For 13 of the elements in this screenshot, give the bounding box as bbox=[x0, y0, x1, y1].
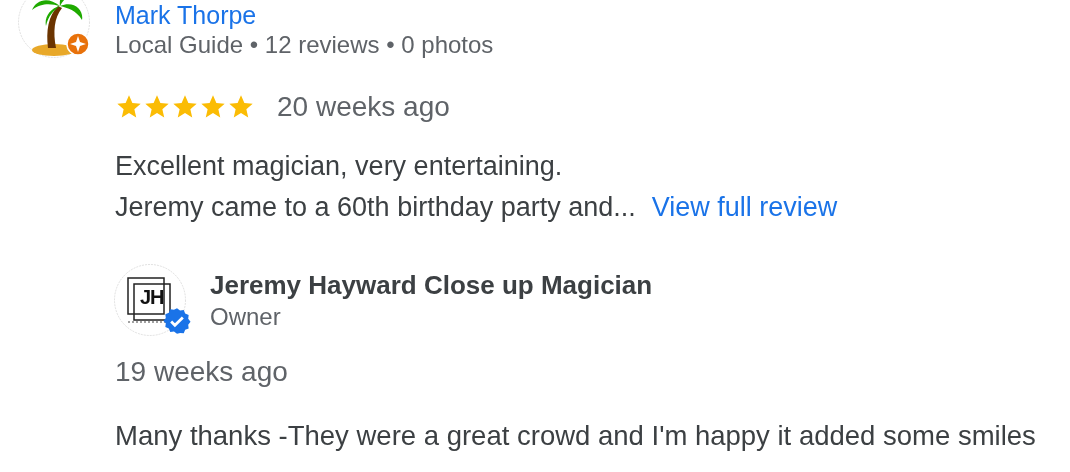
owner-name: Jeremy Hayward Close up Magician bbox=[210, 269, 653, 302]
review-time: 20 weeks ago bbox=[277, 91, 450, 123]
reviewer-name-link[interactable]: Mark Thorpe bbox=[115, 0, 494, 30]
reviewer-stats: Local Guide • 12 reviews • 0 photos bbox=[115, 30, 494, 60]
view-full-review-link[interactable]: View full review bbox=[651, 187, 838, 228]
logo-initials: JH bbox=[140, 286, 164, 309]
owner-logo-icon bbox=[114, 264, 186, 336]
avatar-palm-tree-icon[interactable] bbox=[18, 0, 90, 58]
owner-label: Owner bbox=[210, 302, 282, 332]
review-text: Jeremy came to a 60th birthday party and... bbox=[115, 191, 636, 224]
owner-reply-text: Many thanks -They were a great crowd and I'm happy it added some smiles bbox=[115, 419, 1037, 453]
review-text: Excellent magician, very entertaining. bbox=[115, 150, 564, 183]
reply-time: 19 weeks ago bbox=[115, 355, 289, 389]
